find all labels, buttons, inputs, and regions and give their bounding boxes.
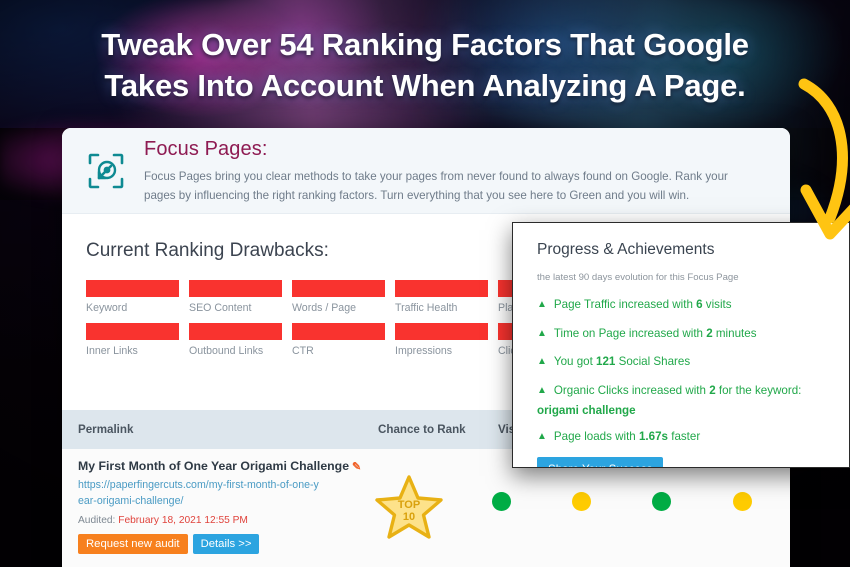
request-new-audit-button[interactable]: Request new audit (78, 533, 188, 554)
edit-pencil-icon[interactable]: ✎ (352, 461, 361, 473)
achievement-post: faster (668, 429, 701, 443)
achievement-text: Page Traffic increased with 6 visits (554, 297, 732, 313)
drawback-item[interactable]: Keyword (86, 280, 179, 323)
arrow-up-icon: ▲ (537, 384, 547, 396)
achievement-item: ▲ You got 121 Social Shares (537, 354, 829, 370)
achievement-item: ▲ Time on Page increased with 2 minutes (537, 326, 829, 342)
details-button[interactable]: Details >> (192, 533, 260, 554)
panel-title: Progress & Achievements (537, 241, 715, 258)
arrow-up-icon: ▲ (537, 327, 547, 339)
card-header: Focus Pages: Focus Pages bring you clear… (62, 128, 790, 214)
status-dot-yellow (572, 492, 591, 511)
panel-subtitle: the latest 90 days evolution for this Fo… (537, 272, 739, 283)
status-dot-green (652, 492, 671, 511)
status-dot-green (492, 492, 511, 511)
achievement-post: for the keyword: (715, 383, 802, 397)
audited-label: Audited: (78, 514, 116, 526)
achievement-post: visits (702, 298, 732, 311)
badge-top-text: TOP (398, 499, 420, 511)
column-header-permalink[interactable]: Permalink (78, 423, 378, 436)
achievement-text: Time on Page increased with 2 minutes (554, 326, 757, 342)
drawback-item[interactable]: Impressions (395, 323, 488, 366)
achievement-item: ▲ Page loads with 1.67s faster (537, 429, 829, 445)
drawback-label: Impressions (395, 345, 453, 357)
drawback-bar (292, 280, 385, 297)
drawback-item[interactable]: Inner Links (86, 323, 179, 366)
drawback-bar (395, 323, 488, 340)
drawback-bar (86, 280, 179, 297)
headline-line-1: Tweak Over 54 Ranking Factors That Googl… (101, 27, 749, 62)
arrow-up-icon: ▲ (537, 356, 547, 368)
achievement-value: 121 (596, 355, 616, 369)
drawback-item[interactable]: SEO Content (189, 280, 282, 323)
row-page-url[interactable]: https://paperfingercuts.com/my-first-mon… (78, 478, 323, 510)
focus-target-icon (88, 153, 124, 188)
card-header-text: Focus Pages: Focus Pages bring you clear… (144, 136, 744, 206)
curved-arrow-icon (798, 78, 850, 240)
drawback-bar (292, 323, 385, 340)
arrow-up-icon: ▲ (537, 430, 547, 442)
drawback-label: SEO Content (189, 302, 252, 314)
achievement-pre: You got (553, 355, 597, 369)
achievement-post: Social Shares (615, 355, 691, 369)
column-header-chance-to-rank[interactable]: Chance to Rank (378, 423, 498, 436)
badge-rank-text: 10 (403, 511, 415, 523)
drawback-bar (395, 280, 488, 297)
drawback-label: Outbound Links (189, 345, 264, 357)
achievement-pre: Page loads with (553, 429, 639, 443)
achievement-text: Page loads with 1.67s faster (554, 429, 700, 445)
achievement-value: 1.67s (638, 429, 668, 443)
share-your-success-button[interactable]: Share Your Success (537, 457, 664, 467)
drawback-label: Inner Links (86, 345, 138, 357)
drawback-label: Traffic Health (395, 302, 458, 314)
top-10-star-badge: TOP 10 (375, 475, 443, 539)
drawback-label: CTR (292, 345, 314, 357)
drawback-label: Keyword (86, 302, 128, 314)
audited-date: February 18, 2021 12:55 PM (118, 514, 248, 526)
achievement-item: ▲ Organic Clicks increased with 2 for th… (537, 383, 829, 399)
drawback-bar (86, 323, 179, 340)
achievement-post: minutes (712, 326, 757, 340)
drawback-item[interactable]: Words / Page (292, 280, 385, 323)
achievement-pre: Organic Clicks increased with (553, 383, 710, 397)
drawback-item[interactable]: Traffic Health (395, 280, 488, 323)
achievement-text: You got 121 Social Shares (554, 354, 690, 370)
drawback-bar (189, 280, 282, 297)
drawback-item[interactable]: Outbound Links (189, 323, 282, 366)
row-page-title-text: My First Month of One Year Origami Chall… (78, 459, 350, 473)
drawback-bar (189, 323, 282, 340)
achievement-text: Organic Clicks increased with 2 for the … (554, 383, 801, 399)
drawback-label: Words / Page (292, 302, 356, 314)
page-description: Focus Pages bring you clear methods to t… (144, 169, 728, 202)
headline: Tweak Over 54 Ranking Factors That Googl… (0, 24, 850, 106)
status-dot-yellow (733, 492, 752, 511)
achievement-keyword: origami challenge (537, 403, 636, 417)
page-title: Focus Pages: (144, 137, 268, 160)
achievement-item: ▲ Page Traffic increased with 6 visits (537, 297, 829, 313)
arrow-up-icon: ▲ (537, 299, 547, 310)
achievement-pre: Time on Page increased with (553, 326, 707, 340)
drawback-item[interactable]: CTR (292, 323, 385, 366)
headline-line-2: Takes Into Account When Analyzing A Page… (104, 68, 746, 104)
achievement-pre: Page Traffic increased with (553, 298, 697, 311)
